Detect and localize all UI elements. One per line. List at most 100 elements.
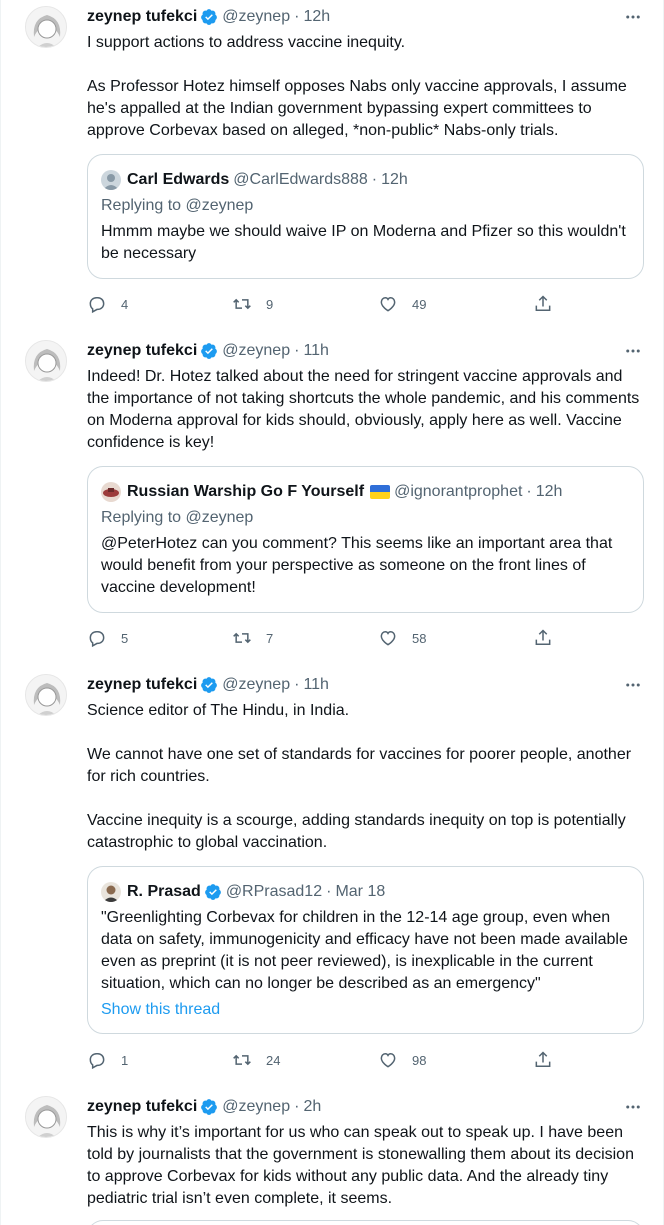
author-avatar[interactable]	[25, 1096, 67, 1138]
reply-icon	[89, 631, 105, 648]
quote-text: @PeterHotez can you comment? This seems …	[101, 535, 613, 596]
tweet-text: This is why it’s important for us who ca…	[87, 1124, 639, 1207]
quote-text: "Greenlighting Corbevax for children in …	[101, 909, 628, 992]
tweet-text: Indeed! Dr. Hotez talked about the need …	[87, 368, 644, 451]
like-button[interactable]: 49	[378, 292, 426, 316]
quote-author-handle: @CarlEdwards888	[233, 171, 368, 188]
separator: ·	[326, 883, 332, 900]
author-name[interactable]: zeynep tufekci	[87, 676, 197, 694]
retweet-icon	[233, 1054, 251, 1066]
tweet-actions: 4 9 49	[87, 292, 567, 316]
reply-count: 4	[121, 296, 129, 312]
quoted-tweet[interactable]: Carl Edwards @CarlEdwards888 · 12h Reply…	[87, 154, 644, 279]
tweet-header: zeynep tufekci @zeynep · 12h	[87, 6, 330, 28]
quoted-tweet[interactable]: R. Prasad @RPrasad12 · Mar 18 "Greenligh…	[87, 866, 644, 1034]
reply-count: 5	[121, 630, 129, 646]
reply-icon	[89, 1053, 105, 1070]
more-options-icon[interactable]	[623, 341, 643, 361]
verified-badge-icon	[201, 677, 218, 693]
quote-author-name: Russian Warship Go F Yourself	[127, 483, 365, 500]
verified-badge-icon	[201, 1099, 218, 1115]
quote-avatar	[101, 882, 121, 902]
quote-author-handle: @RPrasad12	[225, 883, 323, 900]
share-icon	[535, 1051, 551, 1067]
reply-count: 1	[121, 1052, 129, 1068]
reply-button[interactable]: 1	[87, 1048, 128, 1072]
quote-author-name: Carl Edwards	[127, 171, 230, 188]
ukraine-flag-icon	[370, 485, 391, 499]
retweet-button[interactable]: 24	[232, 1048, 280, 1072]
quote-avatar	[101, 170, 121, 190]
author-handle[interactable]: @zeynep	[222, 676, 290, 694]
replying-to: Replying to @zeynep	[101, 509, 254, 526]
quote-header: Carl Edwards @CarlEdwards888 · 12h	[101, 169, 408, 191]
quote-author-handle: @ignorantprophet	[394, 483, 523, 500]
quote-avatar	[101, 482, 121, 502]
like-count: 98	[412, 1052, 427, 1068]
author-handle[interactable]: @zeynep	[222, 1098, 290, 1116]
retweet-button[interactable]: 9	[232, 292, 273, 316]
tweet-actions: 1 24 98	[87, 1048, 567, 1072]
retweet-count: 7	[266, 630, 274, 646]
quote-header: R. Prasad @RPrasad12 · Mar 18	[101, 881, 385, 903]
share-button[interactable]	[533, 1048, 567, 1072]
more-options-icon[interactable]	[623, 675, 643, 695]
separator: ·	[294, 676, 300, 693]
retweet-icon	[233, 298, 251, 310]
more-options-icon[interactable]	[623, 7, 643, 27]
verified-badge-icon	[204, 884, 221, 900]
author-name[interactable]: zeynep tufekci	[87, 1098, 197, 1116]
tweet-time[interactable]: 12h	[303, 8, 330, 26]
share-button[interactable]	[533, 626, 567, 650]
quote-time: 12h	[535, 483, 563, 500]
tweet-header: zeynep tufekci @zeynep · 2h	[87, 1096, 321, 1118]
tweet-time[interactable]: 2h	[303, 1098, 321, 1116]
separator: ·	[294, 342, 300, 359]
share-icon	[535, 295, 551, 311]
author-name[interactable]: zeynep tufekci	[87, 8, 197, 26]
author-name[interactable]: zeynep tufekci	[87, 342, 197, 360]
share-icon	[535, 629, 551, 645]
tweet[interactable]: zeynep tufekci @zeynep · 11h Indeed! Dr.…	[1, 334, 664, 664]
share-button[interactable]	[533, 292, 567, 316]
reply-icon	[89, 297, 105, 314]
retweet-count: 24	[266, 1052, 281, 1068]
retweet-count: 9	[266, 296, 274, 312]
separator: ·	[294, 8, 300, 25]
tweet[interactable]: zeynep tufekci @zeynep · 12h I support a…	[1, 0, 664, 330]
tweet-header: zeynep tufekci @zeynep · 11h	[87, 674, 329, 696]
tweet-text: I support actions to address vaccine ine…	[87, 34, 627, 139]
quote-author-name: R. Prasad	[127, 883, 201, 900]
tweet-text: Science editor of The Hindu, in India. W…	[87, 702, 632, 851]
show-thread-link[interactable]: Show this thread	[101, 999, 220, 1021]
like-button[interactable]: 98	[378, 1048, 426, 1072]
quote-text: Hmmm maybe we should waive IP on Moderna…	[101, 223, 626, 262]
quoted-tweet[interactable]: Russian Warship Go F Yourself @ignorantp…	[87, 466, 644, 613]
quoted-tweet[interactable]	[87, 1220, 644, 1225]
reply-button[interactable]: 4	[87, 292, 128, 316]
author-avatar[interactable]	[25, 674, 67, 716]
tweet[interactable]: zeynep tufekci @zeynep · 11h Science edi…	[1, 668, 664, 1088]
tweet-actions: 5 7 58	[87, 626, 567, 650]
like-button[interactable]: 58	[378, 626, 426, 650]
reply-button[interactable]: 5	[87, 626, 128, 650]
author-avatar[interactable]	[25, 6, 67, 48]
tweet[interactable]: zeynep tufekci @zeynep · 2h This is why …	[1, 1090, 664, 1225]
author-avatar[interactable]	[25, 340, 67, 382]
quote-time: 12h	[381, 171, 408, 188]
verified-badge-icon	[201, 343, 218, 359]
verified-badge-icon	[201, 9, 218, 25]
quote-time: Mar 18	[335, 883, 386, 900]
more-options-icon[interactable]	[623, 1097, 643, 1117]
retweet-icon	[233, 632, 251, 644]
heart-icon	[380, 630, 396, 646]
tweet-time[interactable]: 11h	[303, 342, 329, 360]
separator: ·	[294, 1098, 300, 1115]
heart-icon	[380, 1052, 396, 1068]
retweet-button[interactable]: 7	[232, 626, 273, 650]
heart-icon	[380, 296, 396, 312]
author-handle[interactable]: @zeynep	[222, 8, 290, 26]
tweet-time[interactable]: 11h	[303, 676, 329, 694]
quote-header: Russian Warship Go F Yourself @ignorantp…	[101, 481, 562, 503]
author-handle[interactable]: @zeynep	[222, 342, 290, 360]
